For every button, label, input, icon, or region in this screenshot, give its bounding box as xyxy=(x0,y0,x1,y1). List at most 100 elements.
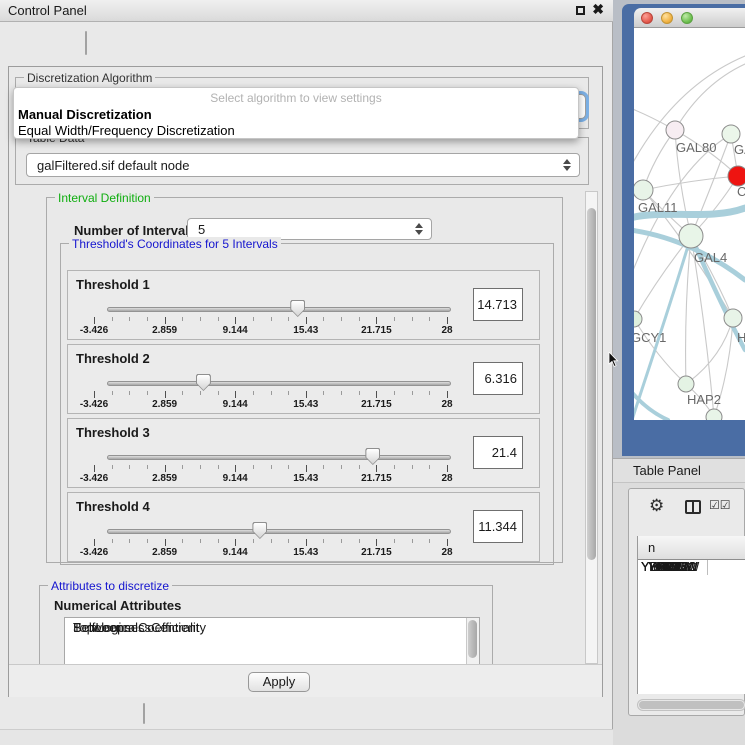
minor-tick xyxy=(129,317,130,321)
table-panel-title: Table Panel xyxy=(633,463,701,478)
network-edge[interactable] xyxy=(634,319,686,384)
tab-cyni-toolbox[interactable]: Cyni Toolbox xyxy=(86,32,87,47)
network-node[interactable] xyxy=(666,121,684,139)
node-label-hap2: HAP2 xyxy=(687,392,721,407)
tick-label: 15.43 xyxy=(293,473,318,484)
slider-thumb[interactable] xyxy=(290,300,305,317)
minor-tick xyxy=(271,317,272,321)
slider-track[interactable] xyxy=(107,381,451,386)
settings-vertical-scrollbar[interactable] xyxy=(585,191,598,664)
network-edge[interactable] xyxy=(643,176,738,190)
minor-tick xyxy=(323,317,324,321)
tick-label: 21.715 xyxy=(361,473,392,484)
close-window-icon[interactable] xyxy=(641,12,653,24)
tick-label: 28 xyxy=(441,325,452,336)
minor-tick xyxy=(129,465,130,469)
minor-tick xyxy=(271,465,272,469)
slider-thumb[interactable] xyxy=(252,522,267,539)
network-node[interactable] xyxy=(724,309,742,327)
node-attribute-table[interactable]: shared... n YDL19...YDL1YDR27...YDR2YBR0… xyxy=(637,536,745,694)
slider-track[interactable] xyxy=(107,307,451,312)
gear-icon[interactable]: ⚙ xyxy=(649,496,664,516)
column-header-name[interactable]: n xyxy=(638,536,745,560)
minor-tick xyxy=(112,465,113,469)
minor-tick xyxy=(200,465,201,469)
attributes-scrollbar-thumb[interactable] xyxy=(468,620,477,658)
close-panel-icon[interactable]: ✖ xyxy=(592,1,604,18)
minor-tick xyxy=(112,539,113,543)
column-chooser-icon[interactable] xyxy=(685,500,701,514)
cyni-bottom-tabbar: Impute DataDiscretize DataInfer Network xyxy=(143,703,145,724)
network-node[interactable] xyxy=(678,376,694,392)
float-panel-icon[interactable] xyxy=(576,6,585,15)
tab-network[interactable]: Network xyxy=(86,32,87,47)
select-checkboxes-icon[interactable]: ☑☑ xyxy=(709,498,731,512)
major-tick xyxy=(94,465,95,472)
threshold-value-field[interactable]: 11.344 xyxy=(473,510,523,543)
table-hscrollbar-thumb[interactable] xyxy=(639,701,744,709)
slider-track[interactable] xyxy=(107,455,451,460)
minor-tick xyxy=(288,317,289,321)
settings-scroll-viewport: Interval Definition Number of Intervals … xyxy=(15,191,585,664)
tick-label: 9.144 xyxy=(223,325,248,336)
threshold-panel-2: Threshold 2-3.4262.8599.14415.4321.71528… xyxy=(67,344,540,414)
minor-tick xyxy=(147,317,148,321)
tick-label: -3.426 xyxy=(80,547,108,558)
minor-tick xyxy=(218,391,219,395)
major-tick xyxy=(235,539,236,546)
minor-tick xyxy=(394,317,395,321)
tick-label: 28 xyxy=(441,473,452,484)
major-tick xyxy=(94,391,95,398)
network-node[interactable] xyxy=(728,166,745,186)
threshold-value-field[interactable]: 21.4 xyxy=(473,436,523,469)
table-horizontal-scrollbar[interactable] xyxy=(637,699,745,711)
tab-select[interactable]: Select xyxy=(86,32,87,47)
minor-tick xyxy=(147,391,148,395)
apply-button[interactable]: Apply xyxy=(248,672,310,692)
network-node[interactable] xyxy=(722,125,740,143)
table-data-combobox[interactable]: galFiltered.sif default node xyxy=(26,153,580,177)
settings-scrollbar-thumb[interactable] xyxy=(587,208,596,560)
threshold-value-field[interactable]: 6.316 xyxy=(473,362,523,395)
slider-thumb[interactable] xyxy=(196,374,211,391)
network-node[interactable] xyxy=(634,311,642,327)
network-node[interactable] xyxy=(679,224,703,248)
network-node[interactable] xyxy=(634,180,653,200)
major-tick xyxy=(235,465,236,472)
major-tick xyxy=(94,539,95,546)
algorithm-option-equal-width[interactable]: Equal Width/Frequency Discretization xyxy=(18,123,235,138)
network-node[interactable] xyxy=(706,409,722,420)
network-view-window: GAL80GAGAL11CGAL4GCY1HHAP2 xyxy=(622,4,745,456)
tab-infer-network[interactable]: Infer Network xyxy=(144,704,145,718)
attribute-item-betweennesscentrality[interactable]: BetweennessCentrality xyxy=(65,620,206,635)
tick-label: 21.715 xyxy=(361,399,392,410)
slider-thumb[interactable] xyxy=(365,448,380,465)
tab-jactivemnodules[interactable]: jActiveMNodules xyxy=(86,32,87,47)
major-tick xyxy=(165,391,166,398)
network-edge[interactable] xyxy=(686,236,691,384)
threshold-panel-1: Threshold 1-3.4262.8599.14415.4321.71528… xyxy=(67,270,540,340)
network-edge[interactable] xyxy=(675,64,745,130)
slider-track[interactable] xyxy=(107,529,451,534)
network-edge-highlighted[interactable] xyxy=(634,236,691,420)
tick-label: 28 xyxy=(441,547,452,558)
tick-label: 9.144 xyxy=(223,399,248,410)
threshold-value-field[interactable]: 14.713 xyxy=(473,288,523,321)
control-panel-tabbar: NetworkStyleSelectCyni ToolboxjActiveMNo… xyxy=(85,31,87,55)
zoom-window-icon[interactable] xyxy=(681,12,693,24)
numerical-attributes-list[interactable]: SelfLoopsTopologicalCoefficientBetweenne… xyxy=(64,617,480,664)
tab-style[interactable]: Style xyxy=(86,32,87,47)
application-window: Control Panel ✖ NetworkStyleSelectCyni T… xyxy=(0,0,745,745)
numerical-attributes-label: Numerical Attributes xyxy=(54,598,181,613)
cell-name[interactable]: YIL0 xyxy=(638,560,745,575)
minimize-window-icon[interactable] xyxy=(661,12,673,24)
attributes-list-scrollbar[interactable] xyxy=(466,618,479,664)
control-panel: Control Panel ✖ NetworkStyleSelectCyni T… xyxy=(0,0,613,745)
minor-tick xyxy=(253,317,254,321)
tab-impute-data[interactable]: Impute Data xyxy=(144,704,145,718)
algorithm-option-manual[interactable]: Manual Discretization xyxy=(18,107,152,122)
network-window-titlebar[interactable] xyxy=(634,8,745,28)
network-canvas[interactable]: GAL80GAGAL11CGAL4GCY1HHAP2 xyxy=(634,28,745,420)
major-tick xyxy=(376,465,377,472)
tab-discretize-data[interactable]: Discretize Data xyxy=(144,704,145,718)
